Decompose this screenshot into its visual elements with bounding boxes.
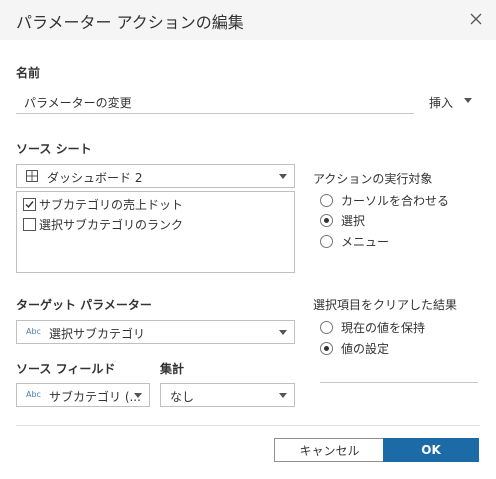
radio-hover[interactable]: カーソルを合わせる bbox=[320, 192, 449, 208]
insert-menu[interactable]: 挿入 bbox=[429, 94, 453, 111]
clearing-result-label: 選択項目をクリアした結果 bbox=[313, 298, 458, 312]
chevron-down-icon bbox=[279, 330, 287, 335]
radio-button[interactable] bbox=[320, 320, 333, 334]
name-input[interactable]: パラメーターの変更 bbox=[16, 92, 414, 114]
dashboard-icon bbox=[26, 170, 38, 182]
target-parameter-select[interactable]: Abc 選択サブカテゴリ bbox=[16, 320, 295, 344]
source-field-select[interactable]: Abc サブカテゴリ (... bbox=[16, 383, 150, 407]
sheet-item-sales-dots[interactable]: サブカテゴリの売上ドット bbox=[23, 195, 183, 213]
run-action-on-label: アクションの実行対象 bbox=[313, 172, 433, 186]
aggregation-label: 集計 bbox=[160, 362, 185, 376]
radio-label: 現在の値を保持 bbox=[341, 320, 426, 335]
radio-button[interactable] bbox=[320, 234, 333, 248]
chevron-down-icon bbox=[279, 393, 287, 398]
source-field-label: ソース フィールド bbox=[16, 362, 116, 376]
source-sheet-list: サブカテゴリの売上ドット 選択サブカテゴリのランク bbox=[16, 191, 295, 273]
source-sheet-select[interactable]: ダッシュボード 2 bbox=[16, 164, 295, 188]
radio-keep-current[interactable]: 現在の値を保持 bbox=[320, 319, 425, 335]
radio-button[interactable] bbox=[320, 193, 333, 207]
sheet-item-label: 選択サブカテゴリのランク bbox=[39, 217, 184, 232]
chevron-down-icon bbox=[279, 174, 287, 179]
sheet-item-label: サブカテゴリの売上ドット bbox=[39, 197, 184, 212]
radio-label: 選択 bbox=[341, 213, 366, 228]
radio-select[interactable]: 選択 bbox=[320, 212, 365, 228]
name-label: 名前 bbox=[16, 66, 41, 80]
string-type-icon: Abc bbox=[26, 390, 41, 399]
close-icon[interactable] bbox=[466, 9, 486, 29]
target-parameter-value: 選択サブカテゴリ bbox=[49, 327, 146, 341]
radio-label: 値の設定 bbox=[341, 341, 390, 356]
radio-button-selected[interactable] bbox=[320, 213, 333, 227]
ok-button[interactable]: OK bbox=[383, 438, 479, 462]
source-field-value: サブカテゴリ (... bbox=[49, 390, 141, 404]
footer-divider bbox=[16, 425, 480, 426]
radio-set-value[interactable]: 値の設定 bbox=[320, 340, 389, 356]
string-type-icon: Abc bbox=[26, 327, 41, 336]
set-value-input[interactable] bbox=[320, 382, 478, 383]
dialog-titlebar: パラメーター アクションの編集 bbox=[0, 0, 496, 40]
radio-label: カーソルを合わせる bbox=[341, 193, 450, 208]
radio-label: メニュー bbox=[341, 234, 390, 249]
checkbox-unchecked[interactable] bbox=[23, 217, 36, 231]
dialog-title: パラメーター アクションの編集 bbox=[16, 13, 244, 32]
aggregation-value: なし bbox=[170, 390, 195, 404]
sheet-item-rank[interactable]: 選択サブカテゴリのランク bbox=[23, 215, 183, 233]
cancel-button[interactable]: キャンセル bbox=[274, 438, 385, 462]
radio-button-selected[interactable] bbox=[320, 341, 333, 355]
checkbox-checked[interactable] bbox=[23, 197, 36, 211]
target-parameter-label: ターゲット パラメーター bbox=[16, 298, 152, 312]
source-sheet-label: ソース シート bbox=[16, 142, 92, 156]
aggregation-select[interactable]: なし bbox=[160, 383, 295, 407]
source-sheet-value: ダッシュボード 2 bbox=[47, 171, 143, 185]
chevron-down-icon bbox=[134, 393, 142, 398]
radio-menu[interactable]: メニュー bbox=[320, 233, 389, 249]
chevron-down-icon[interactable] bbox=[464, 98, 472, 103]
